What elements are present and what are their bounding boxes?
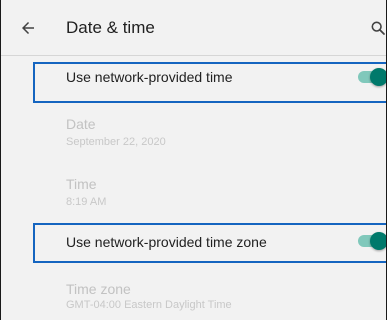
app-bar: Date & time	[1, 0, 386, 56]
settings-screen: Date & time Use network-provided time Da…	[0, 0, 387, 320]
date-preference[interactable]: Date September 22, 2020	[1, 107, 386, 163]
time-summary: 8:19 AM	[66, 196, 107, 208]
network-time-zone-highlight	[33, 223, 386, 263]
time-zone-preference[interactable]: Time zone GMT-04:00 Eastern Daylight Tim…	[1, 272, 386, 320]
date-label: Date	[66, 116, 96, 132]
time-zone-label: Time zone	[66, 281, 131, 297]
time-label: Time	[66, 176, 97, 192]
date-summary: September 22, 2020	[66, 136, 166, 148]
search-icon[interactable]	[370, 20, 386, 36]
time-preference[interactable]: Time 8:19 AM	[1, 167, 386, 223]
arrow-back-icon[interactable]	[19, 19, 37, 37]
page-title: Date & time	[66, 18, 155, 37]
network-time-highlight	[33, 62, 386, 103]
time-zone-summary: GMT-04:00 Eastern Daylight Time	[66, 299, 232, 311]
